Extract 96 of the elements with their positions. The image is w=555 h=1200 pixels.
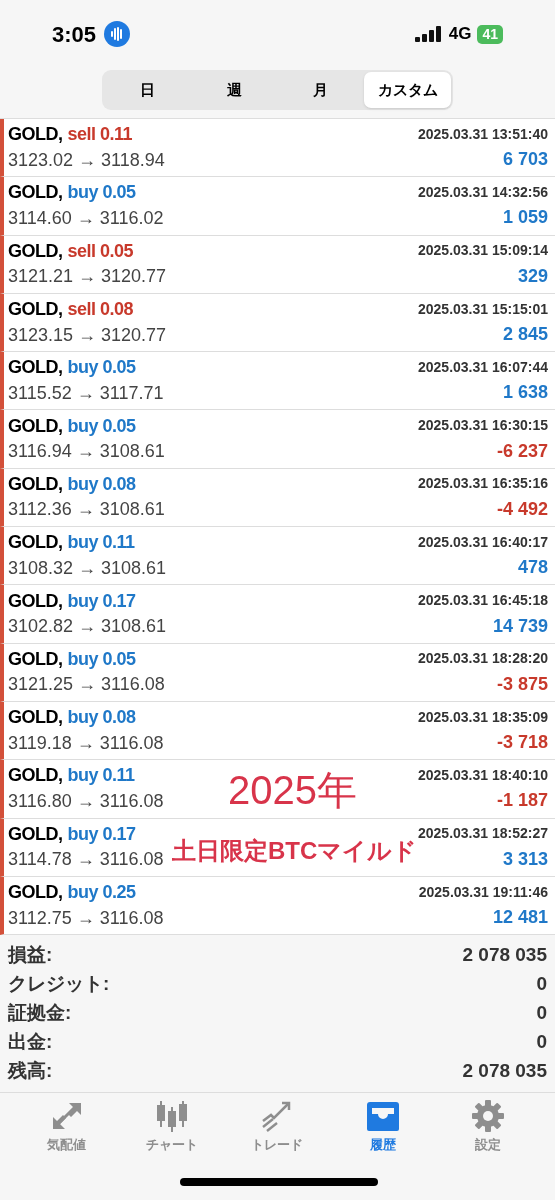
profit: 12 481: [492, 906, 548, 929]
summary-label: 損益:: [8, 943, 53, 968]
price-range: 3108.32 → 3108.61: [8, 556, 167, 580]
trade-volume: buy 0.25: [67, 881, 136, 904]
trade-volume: buy 0.05: [67, 647, 136, 671]
profit: 1 059: [502, 206, 548, 230]
summary-value: 0: [536, 972, 547, 997]
overlay-caption: 土日限定BTCマイルド: [172, 836, 418, 866]
summary-value: 0: [536, 1030, 547, 1055]
profit: -4 492: [496, 497, 548, 521]
clock: 3:05: [52, 20, 97, 49]
period-tab[interactable]: 週: [190, 72, 278, 108]
symbol: GOLD,: [8, 414, 63, 438]
symbol: GOLD,: [8, 356, 63, 380]
profit: 478: [517, 556, 548, 580]
profit: 1 638: [502, 381, 548, 405]
profit: 2 845: [502, 323, 548, 347]
price-range: 3121.21 → 3120.77: [8, 265, 167, 289]
nav-tab[interactable]: 設定: [448, 1099, 529, 1155]
waveform-icon: [104, 21, 131, 47]
trade-time: 2025.03.31 18:52:27: [418, 824, 548, 844]
price-range: 3114.60 → 3116.02: [8, 206, 164, 230]
price-range: 3114.78 → 3116.08: [8, 848, 164, 872]
trade-time: 2025.03.31 18:35:09: [418, 707, 548, 727]
trade-time: 2025.03.31 16:07:44: [418, 357, 548, 377]
signal-icon: [414, 26, 443, 42]
price-range: 3116.80 → 3116.08: [8, 789, 164, 813]
summary-label: 証拠金:: [8, 1001, 72, 1026]
summary-value: 2 078 035: [462, 943, 547, 968]
trade-volume: buy 0.05: [67, 356, 136, 380]
summary-label: 残高:: [8, 1059, 53, 1084]
trade-time: 2025.03.31 13:51:40: [418, 124, 548, 144]
trade-volume: sell 0.05: [67, 239, 134, 263]
profit: 3 313: [502, 847, 548, 871]
trade-volume: buy 0.17: [67, 822, 136, 846]
period-tab[interactable]: カスタム: [364, 72, 451, 108]
trade-volume: sell 0.08: [67, 298, 134, 322]
summary-value: 0: [536, 1001, 547, 1026]
trade-time: 2025.03.31 16:45:18: [418, 591, 548, 610]
symbol: GOLD,: [8, 531, 63, 555]
price-range: 3123.15 → 3120.77: [8, 323, 167, 347]
price-range: 3116.94 → 3108.61: [8, 440, 165, 464]
trade-volume: buy 0.05: [67, 414, 136, 438]
trade-time: 2025.03.31 15:09:14: [418, 241, 548, 261]
price-range: 3115.52 → 3117.71: [8, 381, 164, 405]
price-range: 3102.82 → 3108.61: [8, 615, 167, 638]
period-tab[interactable]: 月: [277, 72, 365, 108]
summary-label: 出金:: [8, 1030, 53, 1055]
nav-tab[interactable]: トレード: [237, 1099, 318, 1155]
period-tab[interactable]: 日: [104, 72, 191, 108]
trade-time: 2025.03.31 18:28:20: [418, 649, 548, 669]
symbol: GOLD,: [8, 647, 63, 671]
symbol: GOLD,: [8, 472, 63, 496]
symbol: GOLD,: [8, 123, 63, 147]
trade-volume: buy 0.17: [67, 589, 136, 613]
nav-tab[interactable]: 気配値: [26, 1099, 107, 1155]
symbol: GOLD,: [8, 181, 63, 205]
symbol: GOLD,: [8, 822, 63, 846]
trade-volume: buy 0.05: [67, 181, 136, 205]
trade-time: 2025.03.31 16:30:15: [418, 416, 548, 436]
symbol: GOLD,: [8, 706, 63, 730]
trade-volume: buy 0.11: [67, 764, 135, 788]
battery-indicator: 41: [477, 24, 503, 44]
profit: 329: [517, 264, 548, 288]
symbol: GOLD,: [8, 589, 63, 613]
summary-value: 2 078 035: [462, 1059, 547, 1084]
symbol: GOLD,: [8, 881, 63, 904]
trade-volume: buy 0.08: [67, 472, 136, 496]
trade-time: 2025.03.31 16:40:17: [418, 532, 548, 552]
trade-time: 2025.03.31 19:11:46: [418, 882, 548, 902]
trade-volume: buy 0.08: [67, 706, 136, 730]
profit: -1 187: [496, 789, 548, 813]
trade-time: 2025.03.31 15:15:01: [418, 299, 548, 319]
price-range: 3112.36 → 3108.61: [8, 498, 165, 522]
profit: 6 703: [502, 148, 548, 172]
profit: -3 875: [496, 672, 548, 696]
symbol: GOLD,: [8, 764, 63, 788]
summary-label: クレジット:: [8, 972, 110, 997]
price-range: 3123.02 → 3118.94: [8, 148, 165, 172]
trade-time: 2025.03.31 14:32:56: [418, 182, 548, 202]
symbol: GOLD,: [8, 239, 63, 263]
trade-time: 2025.03.31 18:40:10: [418, 765, 548, 785]
price-range: 3121.25 → 3116.08: [8, 673, 165, 697]
price-range: 3119.18 → 3116.08: [8, 731, 164, 755]
trade-volume: sell 0.11: [67, 123, 133, 147]
nav-tab[interactable]: 履歴: [342, 1099, 423, 1155]
overlay-caption: 2025年: [228, 767, 357, 813]
profit: -6 237: [496, 439, 548, 463]
trade-volume: buy 0.11: [67, 531, 135, 555]
price-range: 3112.75 → 3116.08: [8, 906, 164, 930]
nav-tab[interactable]: チャート: [132, 1099, 213, 1155]
profit: -3 718: [496, 731, 548, 755]
profit: 14 739: [492, 614, 548, 638]
network-label: 4G: [448, 23, 472, 46]
trade-time: 2025.03.31 16:35:16: [418, 474, 548, 494]
symbol: GOLD,: [8, 298, 63, 322]
